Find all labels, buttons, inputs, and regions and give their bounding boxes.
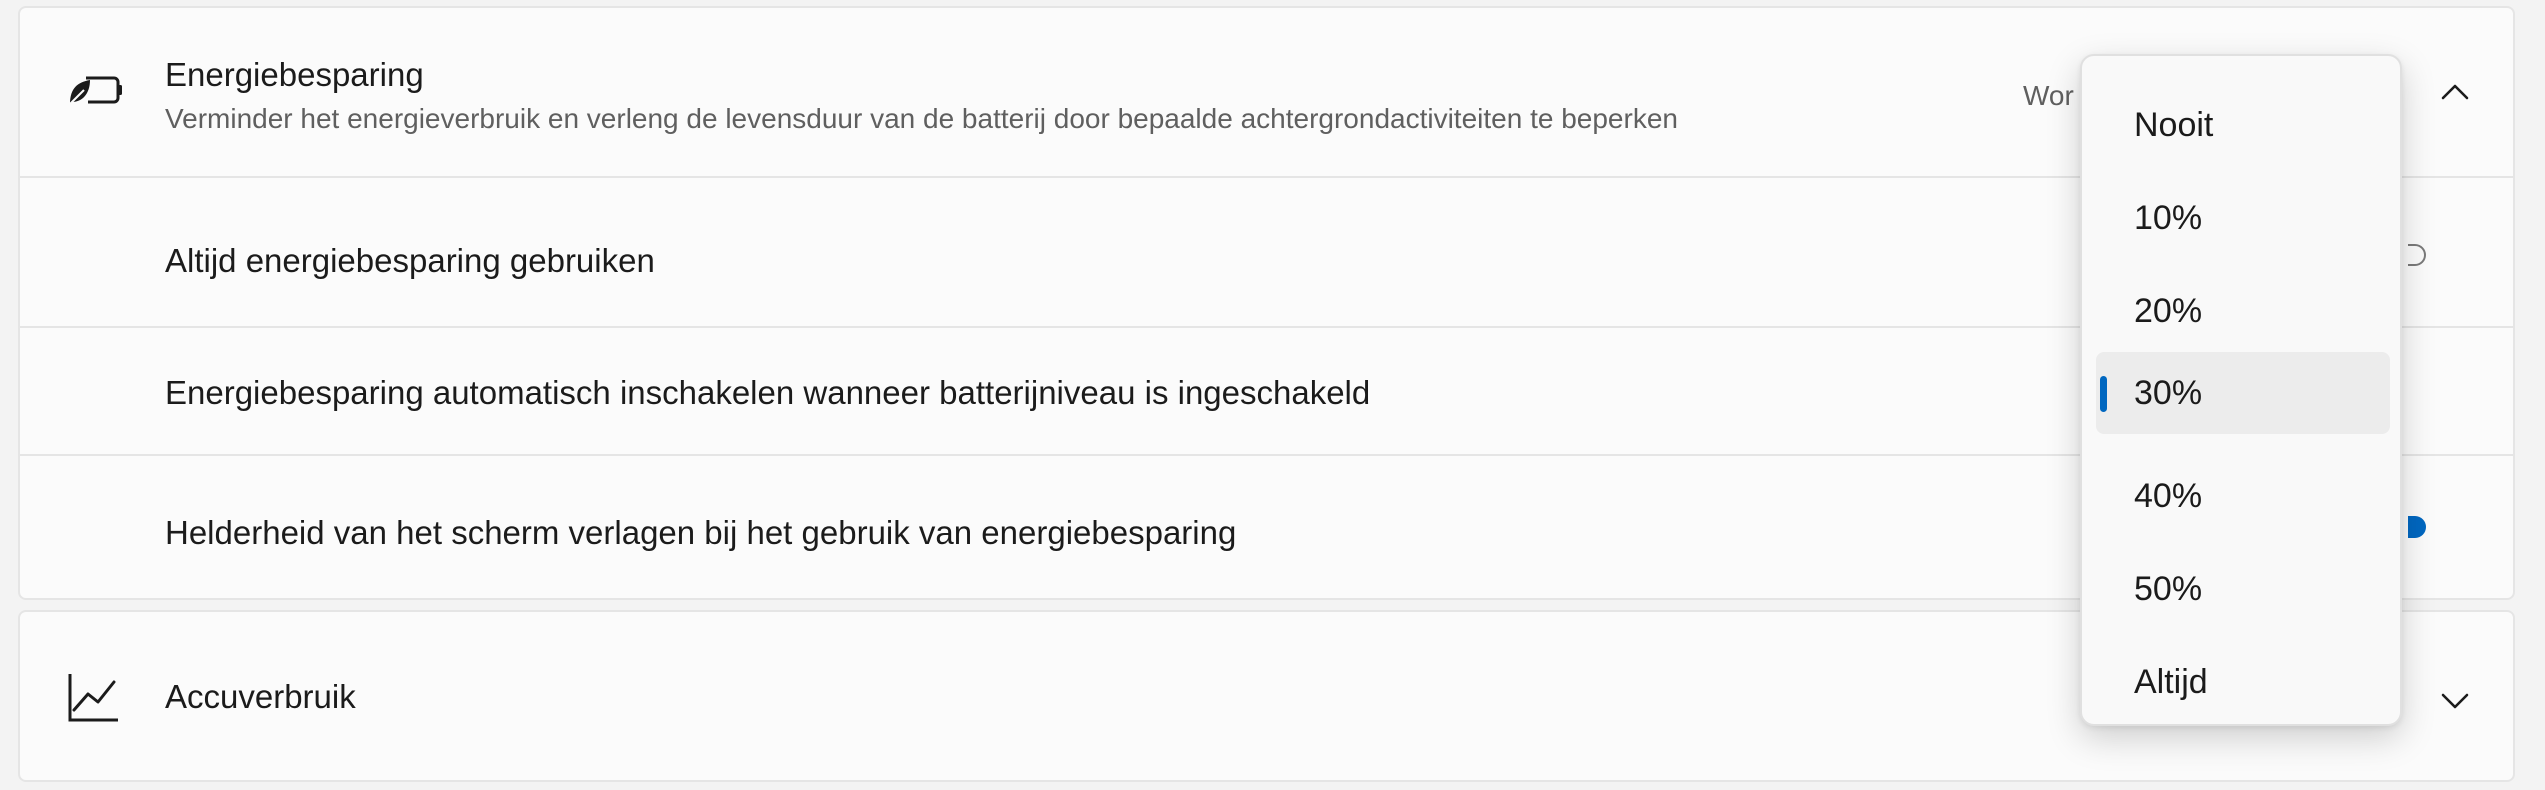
option-label: 10% xyxy=(2134,199,2203,237)
dropdown-option-altijd[interactable]: Altijd xyxy=(2096,641,2390,723)
battery-threshold-dropdown: Nooit 10% 20% 30% 40% 50% Altijd xyxy=(2080,54,2402,726)
option-label: Nooit xyxy=(2134,106,2214,144)
dim-brightness-label: Helderheid van het scherm verlagen bij h… xyxy=(165,514,1237,551)
dropdown-option-30-selected[interactable]: 30% xyxy=(2096,352,2390,434)
dim-brightness-toggle[interactable] xyxy=(2408,516,2426,538)
dropdown-option-nooit[interactable]: Nooit xyxy=(2096,84,2390,166)
option-label: 30% xyxy=(2134,374,2203,412)
chevron-down-icon[interactable] xyxy=(2437,682,2473,718)
dropdown-option-40[interactable]: 40% xyxy=(2096,455,2390,537)
option-label: Altijd xyxy=(2134,663,2208,701)
selection-indicator xyxy=(2100,376,2107,412)
option-label: 20% xyxy=(2134,292,2203,330)
option-label: 50% xyxy=(2134,570,2203,608)
energy-saver-description: Verminder het energieverbruik en verleng… xyxy=(165,103,1678,134)
always-saver-toggle[interactable] xyxy=(2408,244,2426,266)
auto-saver-label: Energiebesparing automatisch inschakelen… xyxy=(165,374,1371,411)
dropdown-option-20[interactable]: 20% xyxy=(2096,270,2390,352)
battery-usage-title: Accuverbruik xyxy=(165,678,356,715)
always-saver-label: Altijd energiebesparing gebruiken xyxy=(165,242,655,279)
dropdown-option-50[interactable]: 50% xyxy=(2096,548,2390,630)
battery-leaf-icon xyxy=(69,76,122,105)
line-chart-icon xyxy=(68,674,118,722)
energy-saver-value: Wor xyxy=(2023,80,2074,111)
power-settings-page: Energiebesparing Verminder het energieve… xyxy=(0,0,2545,790)
dropdown-option-10[interactable]: 10% xyxy=(2096,177,2390,259)
chevron-up-icon[interactable] xyxy=(2437,75,2473,111)
option-label: 40% xyxy=(2134,477,2203,515)
energy-saver-title: Energiebesparing xyxy=(165,56,424,93)
